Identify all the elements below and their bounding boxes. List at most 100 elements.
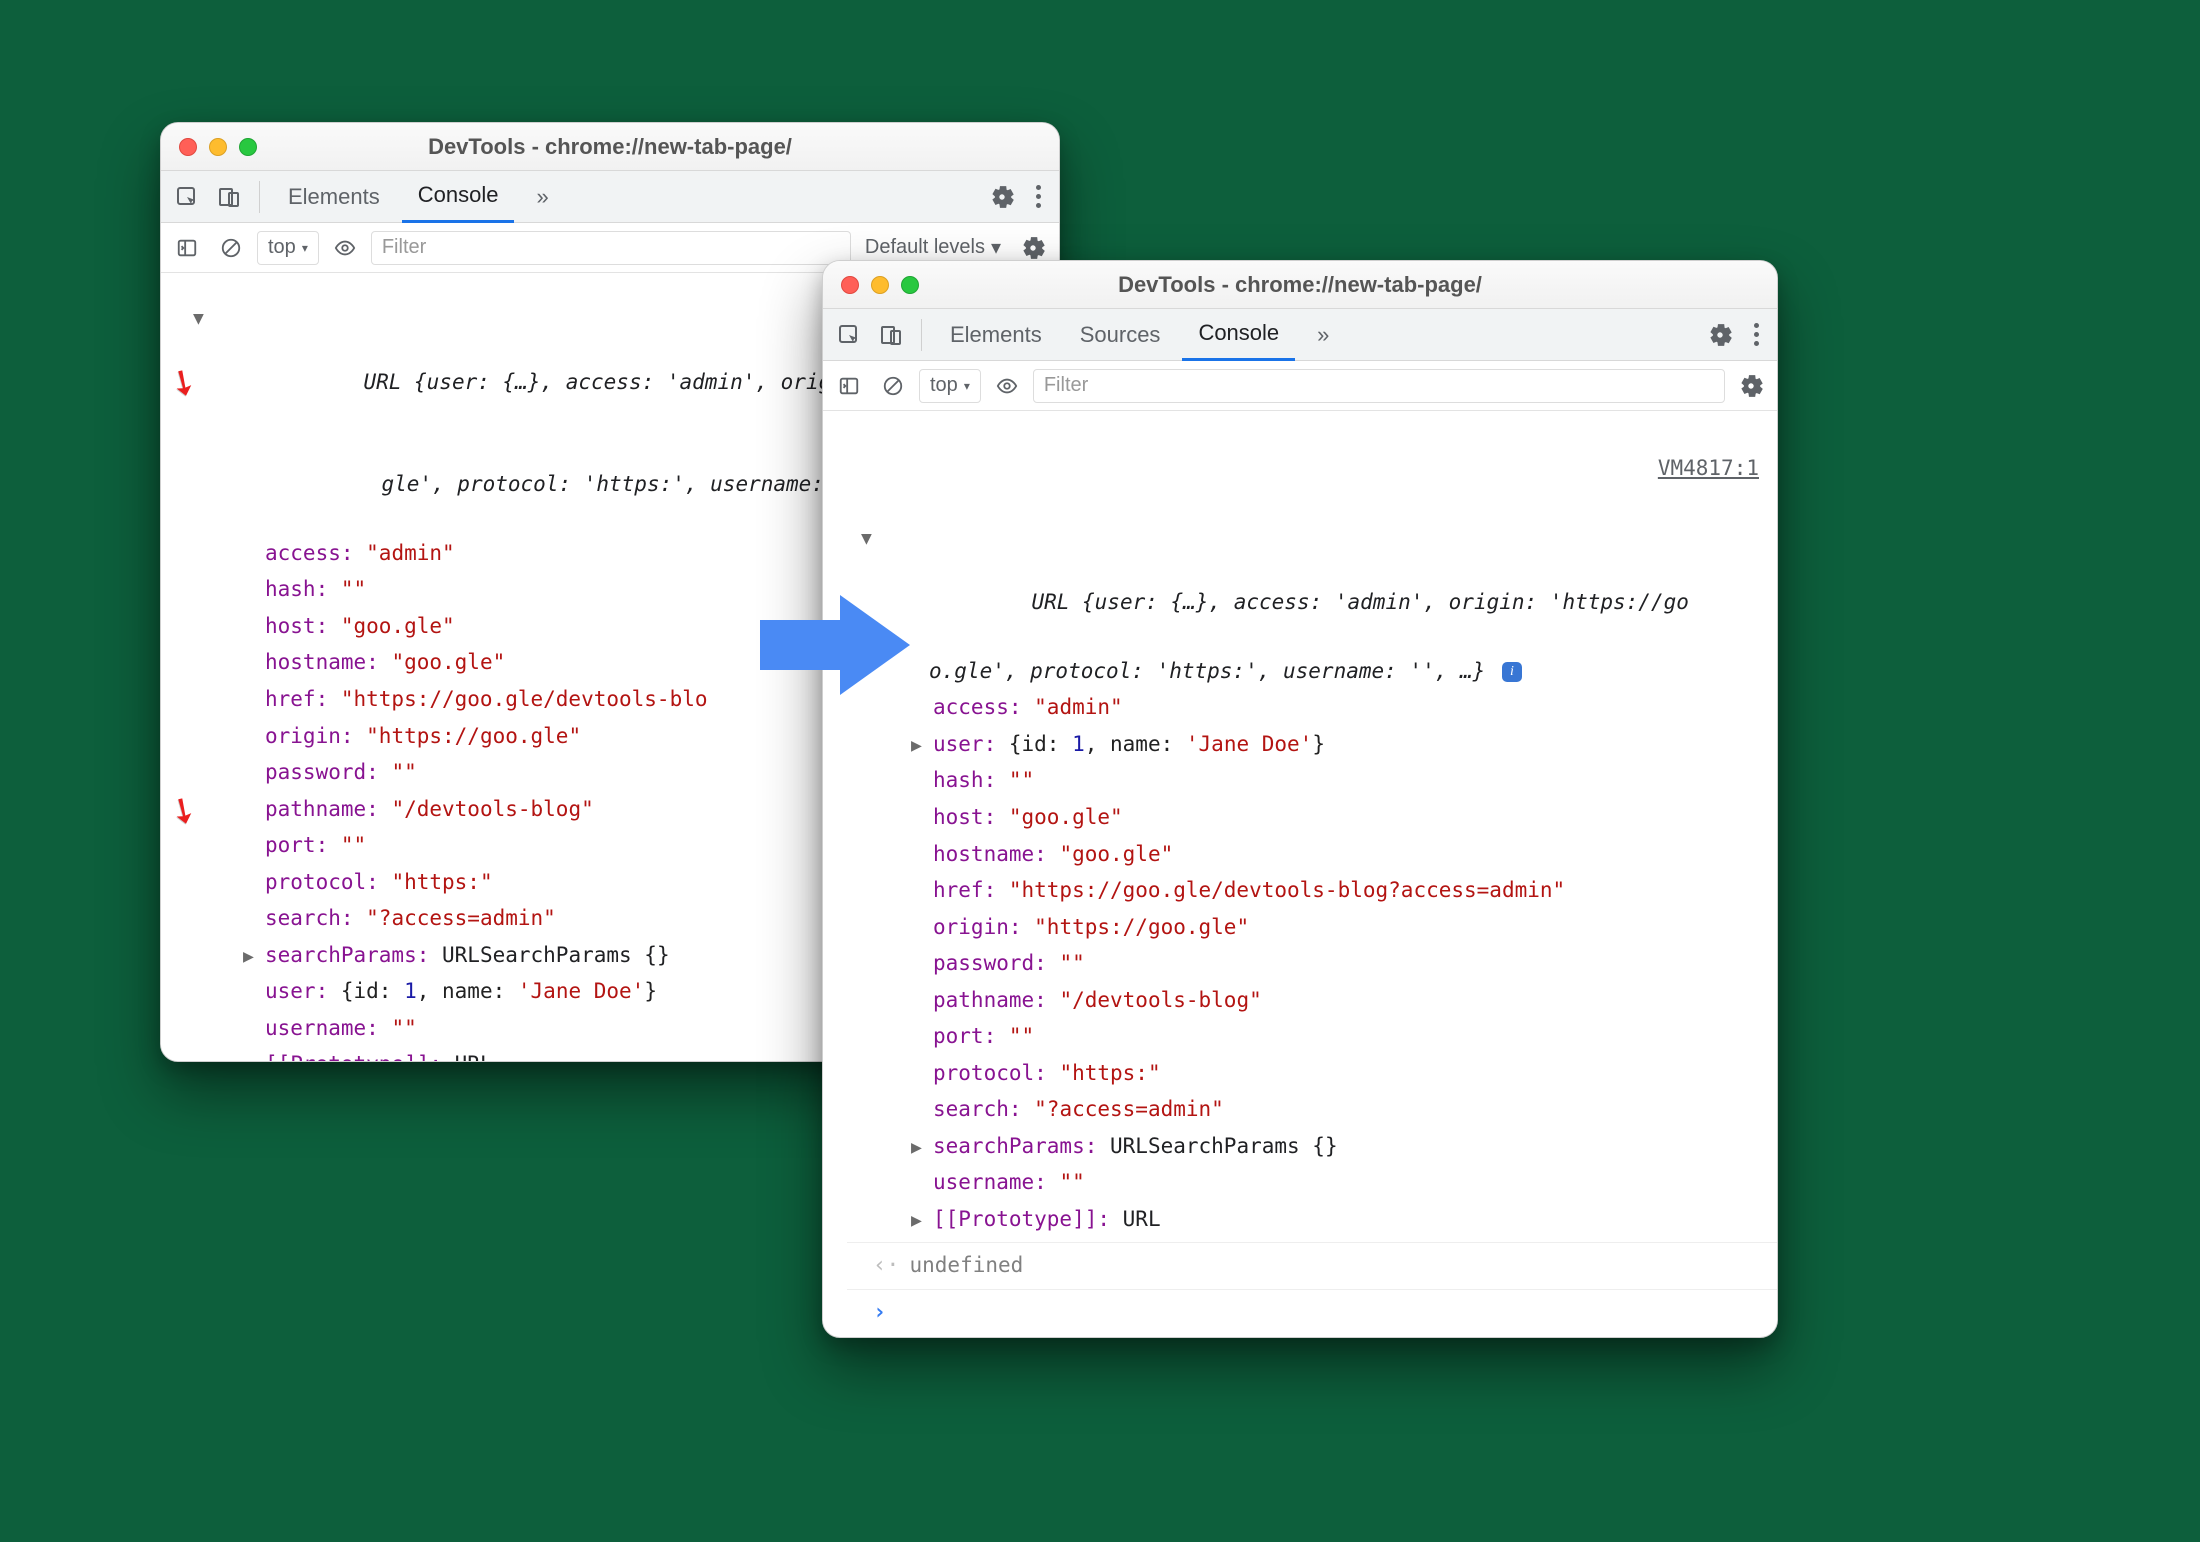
undefined-label: undefined [910, 1249, 1024, 1282]
prop-key: origin: [265, 724, 366, 748]
prop-value: "goo.gle" [1059, 842, 1173, 866]
window-controls[interactable] [161, 138, 257, 156]
prop-value: "https://goo.gle/devtools-blo [341, 687, 708, 711]
prop-value: "https:" [391, 870, 492, 894]
disclosure-triangle-icon[interactable]: ▼ [861, 525, 872, 553]
prop-value[interactable]: URLSearchParams {} [1110, 1134, 1338, 1158]
zoom-icon[interactable] [239, 138, 257, 156]
chevron-down-icon: ▾ [302, 241, 308, 255]
window-titlebar: DevTools - chrome://new-tab-page/ [161, 123, 1059, 171]
prop-key: port: [933, 1024, 1009, 1048]
prop-key: search: [933, 1097, 1034, 1121]
prop-value[interactable]: URLSearchParams {} [442, 943, 670, 967]
object-summary-line1[interactable]: URL {user: {…}, access: 'admin', orig [345, 370, 831, 394]
prop-value: "/devtools-blog" [391, 797, 593, 821]
prop-key: hash: [933, 768, 1009, 792]
sidebar-toggle-icon[interactable] [831, 368, 867, 404]
tab-elements[interactable]: Elements [934, 309, 1058, 361]
prop-key: [[Prototype]]: [265, 1052, 455, 1061]
clear-console-icon[interactable] [213, 230, 249, 266]
info-icon[interactable]: i [1502, 662, 1522, 682]
minimize-icon[interactable] [209, 138, 227, 156]
disclosure-triangle-icon[interactable]: ▶ [911, 1207, 922, 1235]
prop-key: searchParams: [933, 1134, 1110, 1158]
prop-value: "" [1059, 1170, 1084, 1194]
clear-console-icon[interactable] [875, 368, 911, 404]
kebab-icon[interactable] [1744, 323, 1769, 346]
close-icon[interactable] [841, 276, 859, 294]
prop-value: "?access=admin" [366, 906, 556, 930]
prop-key: port: [265, 833, 341, 857]
tab-more[interactable]: » [520, 171, 564, 223]
prop-key: search: [265, 906, 366, 930]
prop-value: "" [1059, 951, 1084, 975]
gear-icon[interactable] [1733, 368, 1769, 404]
disclosure-triangle-icon[interactable]: ▶ [911, 1134, 922, 1162]
prop-value: "https://goo.gle" [366, 724, 581, 748]
tab-sources[interactable]: Sources [1064, 309, 1177, 361]
prop-key: protocol: [933, 1061, 1059, 1085]
device-toggle-icon[interactable] [211, 179, 247, 215]
prop-key: hash: [265, 577, 341, 601]
prop-key: protocol: [265, 870, 391, 894]
console-result-row: ‹· undefined [847, 1243, 1777, 1290]
chevron-down-icon: ▾ [991, 235, 1001, 260]
prop-value: "https://goo.gle" [1034, 915, 1249, 939]
tab-more[interactable]: » [1301, 309, 1345, 361]
tab-elements[interactable]: Elements [272, 171, 396, 223]
eye-icon[interactable] [989, 368, 1025, 404]
console-body[interactable]: VM4817:1 ▼ URL {user: {…}, access: 'admi… [823, 411, 1777, 1337]
prop-key: password: [265, 760, 391, 784]
console-output: VM4817:1 ▼ URL {user: {…}, access: 'admi… [823, 411, 1777, 1336]
filter-input[interactable] [371, 231, 851, 265]
context-label: top [930, 374, 958, 397]
prop-key: pathname: [933, 988, 1059, 1012]
object-summary-line2: o.gle', protocol: 'https:', username: ''… [881, 659, 1485, 683]
prop-key: password: [933, 951, 1059, 975]
context-selector[interactable]: top ▾ [257, 231, 319, 265]
context-selector[interactable]: top ▾ [919, 369, 981, 403]
prop-value: "" [1009, 768, 1034, 792]
eye-icon[interactable] [327, 230, 363, 266]
tab-console[interactable]: Console [1182, 309, 1295, 361]
output-indicator-icon: ‹· [873, 1249, 900, 1283]
tab-console[interactable]: Console [402, 171, 515, 223]
prop-key: user: [265, 979, 341, 1003]
console-toolbar: top ▾ [823, 361, 1777, 411]
window-controls[interactable] [823, 276, 919, 294]
inspect-icon[interactable] [831, 317, 867, 353]
close-icon[interactable] [179, 138, 197, 156]
prop-key: username: [933, 1170, 1059, 1194]
object-summary-line1[interactable]: URL {user: {…}, access: 'admin', origin:… [1007, 590, 1688, 614]
zoom-icon[interactable] [901, 276, 919, 294]
prop-key: href: [933, 878, 1009, 902]
inspect-icon[interactable] [169, 179, 205, 215]
minimize-icon[interactable] [871, 276, 889, 294]
prop-key: username: [265, 1016, 391, 1040]
device-toggle-icon[interactable] [873, 317, 909, 353]
gear-icon[interactable] [984, 179, 1020, 215]
disclosure-triangle-icon[interactable]: ▼ [193, 305, 204, 333]
log-levels-selector[interactable]: Default levels ▾ [859, 235, 1007, 260]
sidebar-toggle-icon[interactable] [169, 230, 205, 266]
prop-key: pathname: [265, 797, 391, 821]
filter-input[interactable] [1033, 369, 1725, 403]
disclosure-triangle-icon[interactable]: ▶ [911, 732, 922, 760]
gear-icon[interactable] [1702, 317, 1738, 353]
kebab-icon[interactable] [1026, 185, 1051, 208]
prop-value: "" [1009, 1024, 1034, 1048]
disclosure-triangle-icon[interactable]: ▶ [243, 943, 254, 971]
prop-key: href: [265, 687, 341, 711]
disclosure-triangle-icon[interactable]: ▶ [243, 1052, 254, 1061]
prop-value: "goo.gle" [1009, 805, 1123, 829]
source-link[interactable]: VM4817:1 [1658, 452, 1759, 485]
prompt-icon: › [873, 1296, 886, 1330]
prop-value[interactable]: URL [455, 1052, 493, 1061]
console-prompt[interactable]: › [847, 1290, 1777, 1336]
log-levels-label: Default levels [865, 236, 985, 259]
devtools-tabbar: Elements Console » [161, 171, 1059, 223]
prop-value[interactable]: URL [1123, 1207, 1161, 1231]
devtools-tabbar: Elements Sources Console » [823, 309, 1777, 361]
prop-key: origin: [933, 915, 1034, 939]
object-summary-line2: gle', protocol: 'https:', username: ' [345, 472, 849, 496]
